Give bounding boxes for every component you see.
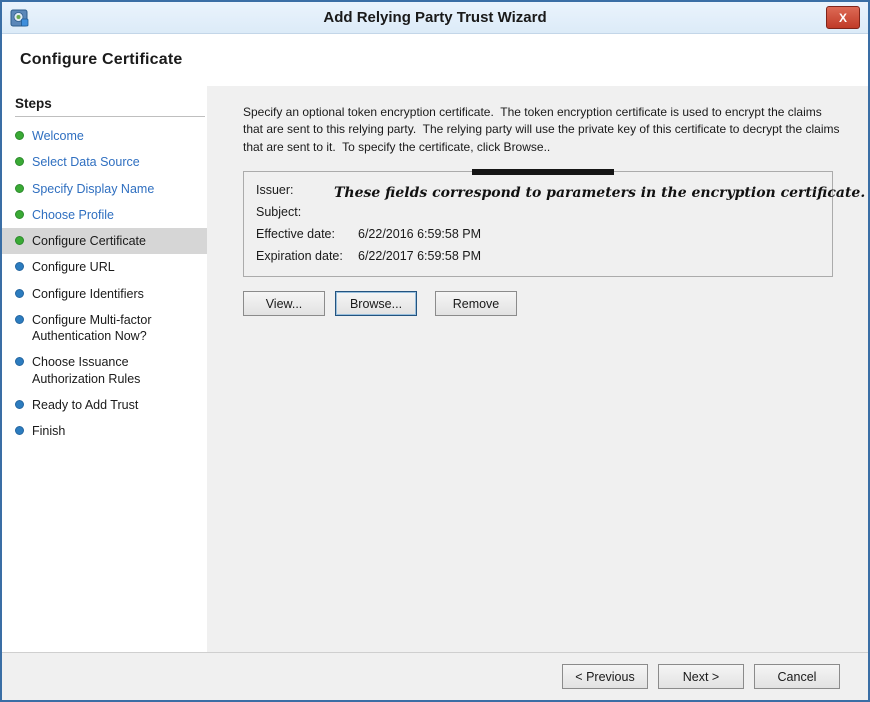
certificate-expiration-date-row: Expiration date: 6/22/2017 6:59:58 PM bbox=[256, 245, 820, 267]
content-area: Steps Welcome Select Data Source Specify… bbox=[2, 86, 868, 652]
expiration-date-value: 6/22/2017 6:59:58 PM bbox=[358, 245, 481, 267]
step-label: Finish bbox=[32, 423, 65, 439]
step-label: Welcome bbox=[32, 128, 84, 144]
step-item-welcome[interactable]: Welcome bbox=[2, 123, 207, 149]
step-label: Choose Profile bbox=[32, 207, 114, 223]
step-label: Configure URL bbox=[32, 259, 115, 275]
steps-list: Welcome Select Data Source Specify Displ… bbox=[2, 123, 207, 444]
step-item-choose-issuance-authorization-rules: Choose Issuance Authorization Rules bbox=[2, 349, 207, 392]
step-dot bbox=[15, 131, 24, 140]
step-dot bbox=[15, 157, 24, 166]
certificate-effective-date-row: Effective date: 6/22/2016 6:59:58 PM bbox=[256, 223, 820, 245]
certificate-button-row: View... Browse... Remove bbox=[243, 291, 844, 316]
step-dot bbox=[15, 184, 24, 193]
step-item-configure-url: Configure URL bbox=[2, 254, 207, 280]
step-dot bbox=[15, 426, 24, 435]
main-panel: Specify an optional token encryption cer… bbox=[207, 86, 868, 652]
step-dot bbox=[15, 315, 24, 324]
cancel-button[interactable]: Cancel bbox=[754, 664, 840, 689]
step-label: Select Data Source bbox=[32, 154, 140, 170]
step-item-select-data-source[interactable]: Select Data Source bbox=[2, 149, 207, 175]
step-dot bbox=[15, 236, 24, 245]
subject-label: Subject: bbox=[256, 201, 358, 223]
page-header: Configure Certificate bbox=[2, 34, 868, 86]
step-dot bbox=[15, 400, 24, 409]
steps-sidebar: Steps Welcome Select Data Source Specify… bbox=[2, 86, 207, 652]
browse-button[interactable]: Browse... bbox=[335, 291, 417, 316]
certificate-subject-row: Subject: bbox=[256, 201, 820, 223]
step-item-ready-to-add-trust: Ready to Add Trust bbox=[2, 392, 207, 418]
effective-date-value: 6/22/2016 6:59:58 PM bbox=[358, 223, 481, 245]
steps-heading: Steps bbox=[2, 86, 207, 114]
redaction-mark bbox=[472, 169, 614, 175]
step-item-configure-identifiers: Configure Identifiers bbox=[2, 281, 207, 307]
remove-button[interactable]: Remove bbox=[435, 291, 517, 316]
step-dot bbox=[15, 262, 24, 271]
title-bar: Add Relying Party Trust Wizard X bbox=[2, 2, 868, 34]
step-label: Configure Certificate bbox=[32, 233, 146, 249]
step-label: Configure Identifiers bbox=[32, 286, 144, 302]
step-dot bbox=[15, 289, 24, 298]
step-dot bbox=[15, 210, 24, 219]
expiration-date-label: Expiration date: bbox=[256, 245, 358, 267]
step-label: Specify Display Name bbox=[32, 181, 154, 197]
window-title: Add Relying Party Trust Wizard bbox=[62, 9, 808, 26]
footer-bar: < Previous Next > Cancel bbox=[2, 652, 868, 700]
step-dot bbox=[15, 357, 24, 366]
step-label: Ready to Add Trust bbox=[32, 397, 138, 413]
page-title: Configure Certificate bbox=[20, 51, 182, 69]
step-item-configure-certificate: Configure Certificate bbox=[2, 228, 207, 254]
effective-date-label: Effective date: bbox=[256, 223, 358, 245]
step-item-configure-mfa: Configure Multi-factor Authentication No… bbox=[2, 307, 207, 350]
next-button[interactable]: Next > bbox=[658, 664, 744, 689]
step-item-finish: Finish bbox=[2, 418, 207, 444]
previous-button[interactable]: < Previous bbox=[562, 664, 648, 689]
app-icon bbox=[10, 8, 30, 28]
description-text: Specify an optional token encryption cer… bbox=[243, 104, 844, 156]
close-icon: X bbox=[839, 11, 847, 25]
step-label: Choose Issuance Authorization Rules bbox=[32, 354, 182, 387]
wizard-window: Add Relying Party Trust Wizard X Configu… bbox=[0, 0, 870, 702]
view-button[interactable]: View... bbox=[243, 291, 325, 316]
step-label: Configure Multi-factor Authentication No… bbox=[32, 312, 182, 345]
steps-divider bbox=[15, 116, 205, 117]
close-button[interactable]: X bbox=[826, 6, 860, 29]
certificate-details-box: Issuer: Subject: Effective date: 6/22/20… bbox=[243, 171, 833, 277]
step-item-specify-display-name[interactable]: Specify Display Name bbox=[2, 176, 207, 202]
step-item-choose-profile[interactable]: Choose Profile bbox=[2, 202, 207, 228]
annotation-text: These fields correspond to parameters in… bbox=[334, 185, 865, 201]
